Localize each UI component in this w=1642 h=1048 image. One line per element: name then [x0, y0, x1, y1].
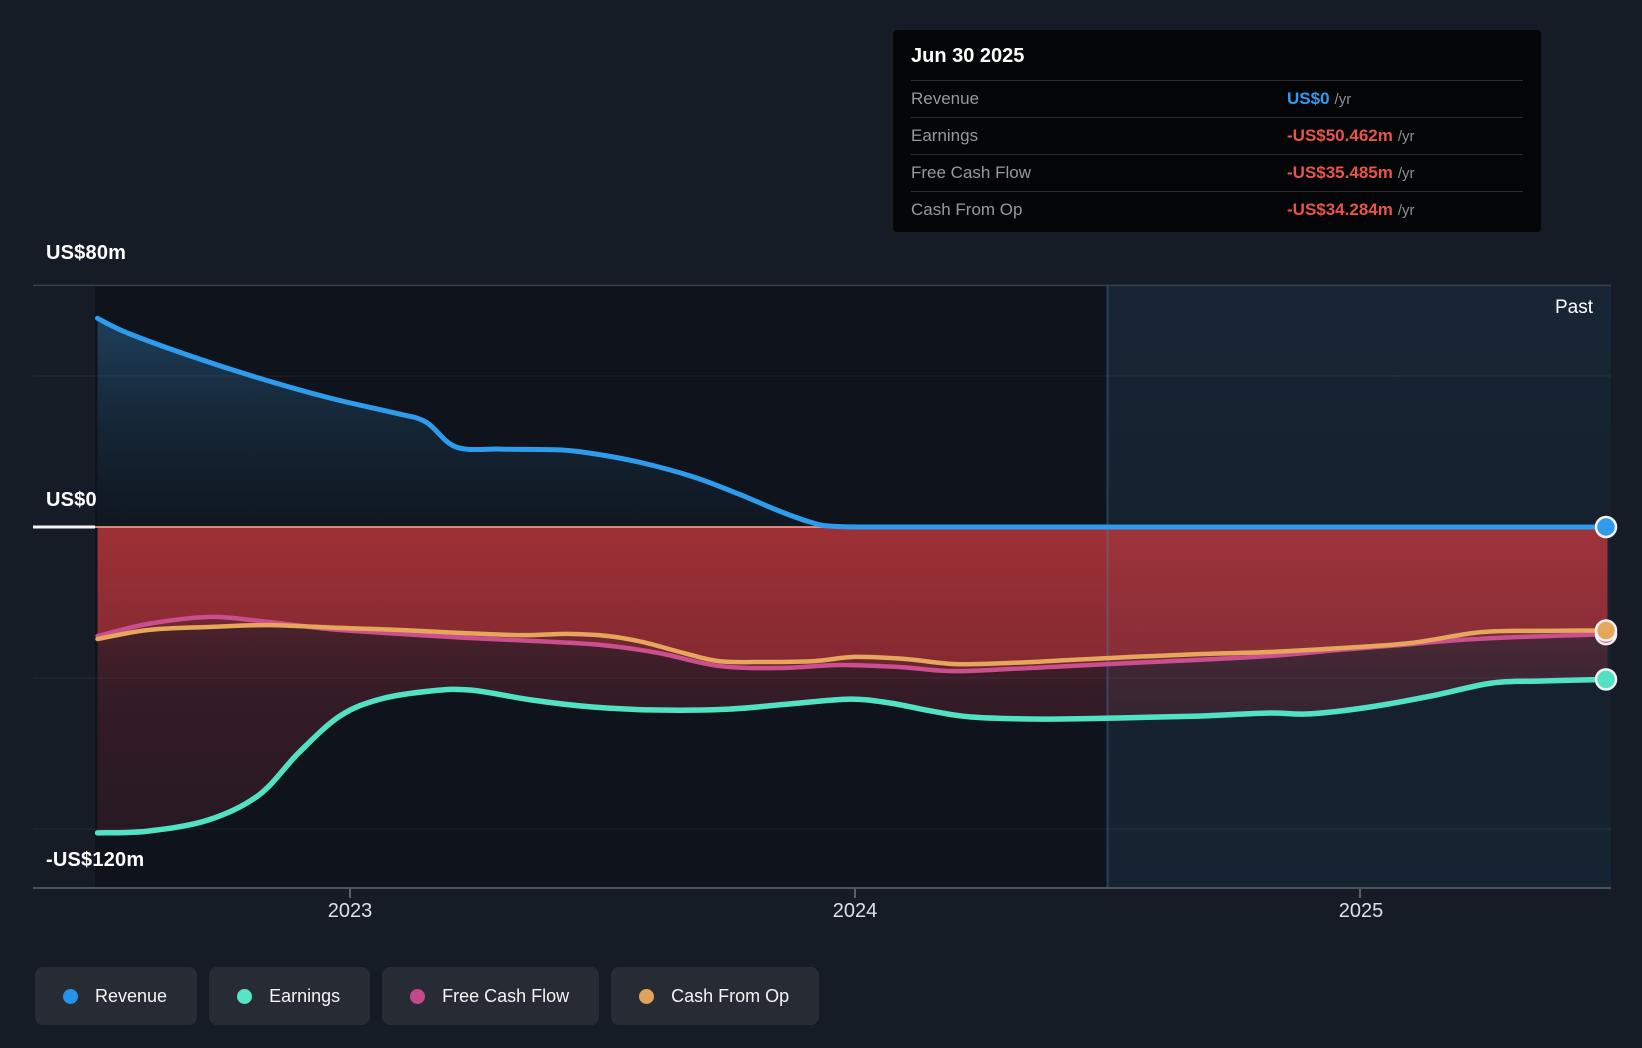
past-region-label: Past — [1554, 297, 1593, 318]
y-axis-label-neg120m: -US$120m — [46, 849, 145, 871]
x-axis-label-2025: 2025 — [1338, 900, 1384, 922]
cash-from-op-series-dot-icon — [639, 988, 655, 1004]
series-endpoint-dot — [1594, 668, 1618, 691]
tooltip-label: Cash From Op — [911, 200, 1023, 219]
x-axis-label-2023: 2023 — [327, 900, 373, 922]
tooltip-value: -US$34.284m/yr — [1287, 200, 1415, 219]
tooltip-unit: /yr — [1397, 202, 1415, 219]
tooltip-row-earnings: Earnings -US$50.462m/yr — [911, 117, 1523, 154]
earnings-series-dot-icon — [237, 988, 253, 1004]
tooltip-label: Revenue — [911, 89, 980, 108]
tooltip-row-cash-from-op: Cash From Op -US$34.284m/yr — [911, 191, 1523, 228]
tooltip-value: -US$50.462m/yr — [1287, 126, 1415, 145]
tooltip-row-revenue: Revenue US$0/yr — [911, 80, 1523, 117]
legend-item-label: Cash From Op — [671, 985, 790, 1006]
tooltip-value: US$0/yr — [1287, 89, 1352, 108]
financial-performance-chart-page: US$80m US$0 -US$120m 2023 2024 2025 Past… — [0, 0, 1642, 1048]
legend-item-cash-from-op[interactable]: Cash From Op — [611, 967, 820, 1025]
x-axis-label-2024: 2024 — [832, 900, 878, 922]
tooltip-unit: /yr — [1334, 91, 1352, 108]
revenue-series-dot-icon — [63, 988, 78, 1004]
series-endpoint-dot — [1594, 619, 1618, 642]
chart-legend: Revenue Earnings Free Cash Flow Cash Fro… — [35, 967, 820, 1025]
legend-item-label: Free Cash Flow — [442, 985, 570, 1006]
legend-item-label: Earnings — [269, 985, 341, 1006]
legend-item-free-cash-flow[interactable]: Free Cash Flow — [382, 967, 600, 1025]
y-axis-label-80m: US$80m — [46, 242, 127, 264]
legend-item-revenue[interactable]: Revenue — [35, 967, 198, 1025]
tooltip-unit: /yr — [1397, 128, 1415, 145]
tooltip-label: Free Cash Flow — [911, 163, 1031, 182]
series-endpoint-dot — [1594, 515, 1618, 539]
legend-item-earnings[interactable]: Earnings — [209, 967, 371, 1025]
tooltip-label: Earnings — [911, 126, 979, 145]
tooltip-date: Jun 30 2025 — [911, 45, 1025, 67]
chart-tooltip: Jun 30 2025 Revenue US$0/yr Earnings -US… — [893, 30, 1541, 232]
tooltip-value: -US$35.485m/yr — [1287, 163, 1415, 182]
free-cash-flow-series-dot-icon — [410, 988, 426, 1004]
tooltip-row-free-cash-flow: Free Cash Flow -US$35.485m/yr — [911, 154, 1523, 191]
legend-item-label: Revenue — [95, 985, 168, 1006]
y-axis-label-zero: US$0 — [46, 489, 97, 511]
tooltip-unit: /yr — [1397, 165, 1415, 182]
